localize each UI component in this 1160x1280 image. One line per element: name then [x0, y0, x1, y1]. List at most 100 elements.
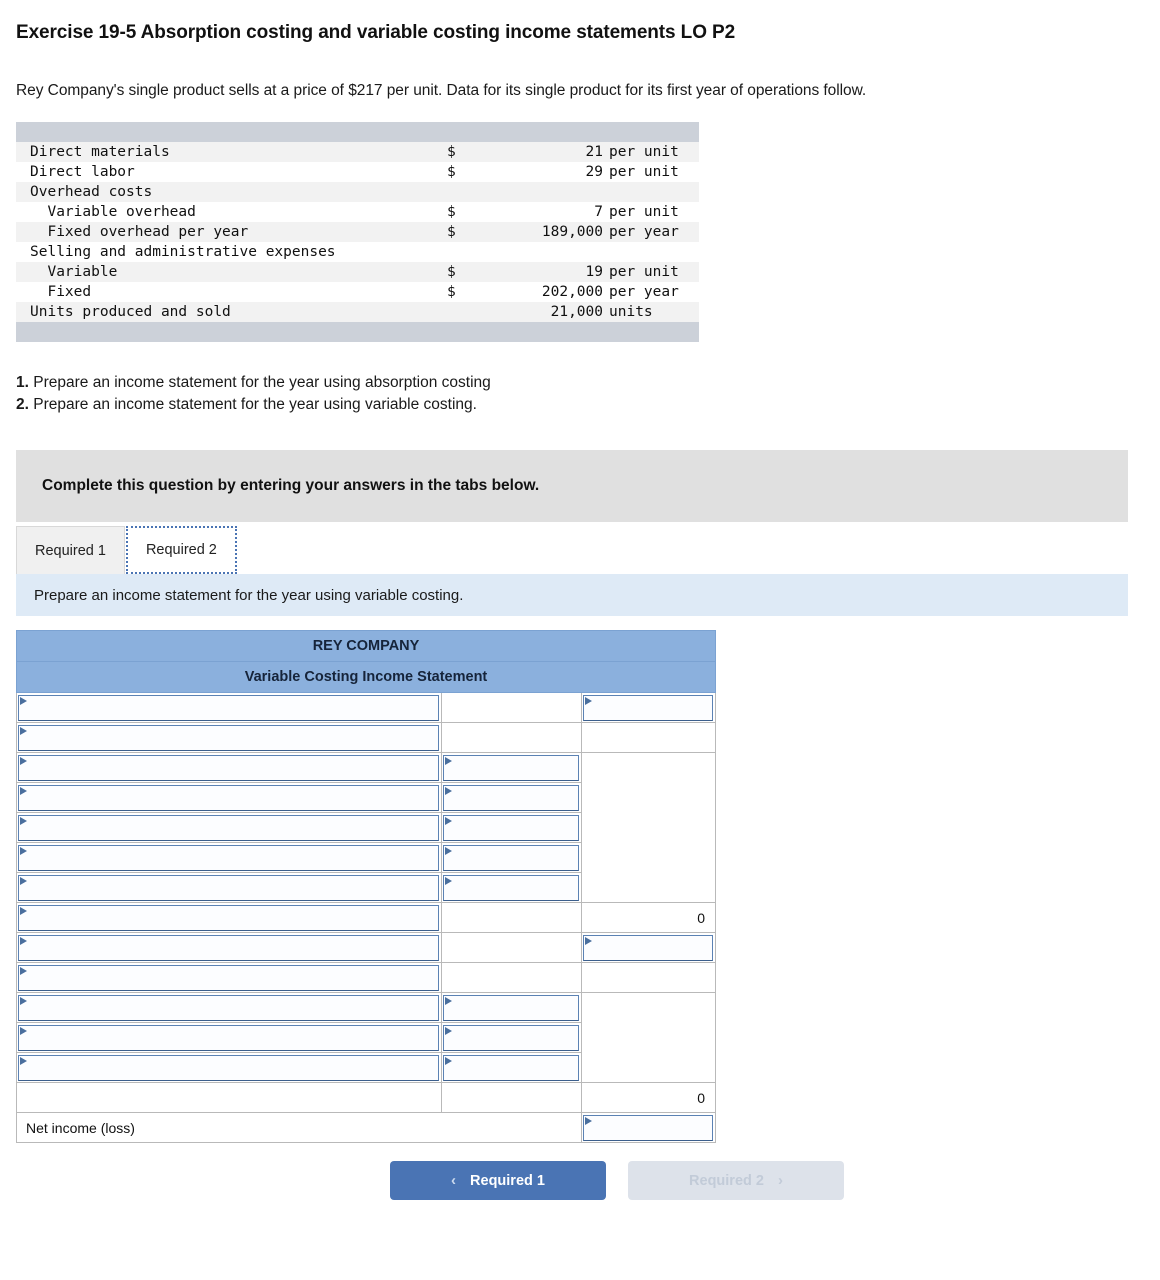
- worksheet-cell-label[interactable]: [16, 692, 442, 723]
- chevron-left-icon: ‹: [451, 1172, 457, 1189]
- account-dropdown[interactable]: [18, 904, 439, 931]
- fact-row: Overhead costs: [16, 182, 699, 202]
- fact-label: Selling and administrative expenses: [30, 244, 336, 260]
- net-income-dropdown[interactable]: [582, 1114, 713, 1141]
- fact-label: Variable: [16, 262, 441, 282]
- fact-amount: 21: [511, 142, 603, 162]
- fact-label: Fixed: [30, 284, 92, 300]
- fact-amount: 29: [585, 164, 603, 180]
- intro-paragraph: Rey Company's single product sells at a …: [16, 82, 867, 99]
- worksheet-cell-label[interactable]: [16, 812, 442, 843]
- worksheet-cell-label[interactable]: [16, 1052, 442, 1083]
- amount-dropdown[interactable]: [442, 784, 579, 811]
- worksheet-cell-empty: [440, 722, 582, 753]
- worksheet-cell-label[interactable]: [16, 752, 442, 783]
- worksheet-cell-amount[interactable]: [440, 872, 582, 903]
- account-dropdown[interactable]: [18, 784, 439, 811]
- tab-required-1[interactable]: Required 1: [16, 526, 125, 574]
- account-dropdown[interactable]: [18, 934, 439, 961]
- table-row: [16, 962, 717, 993]
- net-income-input-cell[interactable]: [580, 1112, 717, 1143]
- required-1-button-label: Required 1: [470, 1172, 545, 1189]
- account-dropdown[interactable]: [18, 844, 439, 871]
- account-dropdown[interactable]: [18, 994, 439, 1021]
- fact-amount: [511, 242, 603, 262]
- worksheet-cell-label[interactable]: [16, 932, 442, 963]
- fact-currency: $: [447, 284, 456, 300]
- fact-row: Direct labor $ 29 per unit: [16, 162, 699, 182]
- account-dropdown[interactable]: [18, 964, 439, 991]
- account-dropdown[interactable]: [18, 694, 439, 721]
- worksheet-cell-label[interactable]: [16, 722, 442, 753]
- worksheet-cell-label[interactable]: [16, 992, 442, 1023]
- fact-label: Units produced and sold: [16, 302, 441, 322]
- fact-row: Direct materials $ 21 per unit: [16, 142, 699, 162]
- worksheet-cell-empty: [440, 902, 582, 933]
- account-dropdown[interactable]: [18, 1024, 439, 1051]
- bottom-spacer: [16, 1200, 1144, 1258]
- navigation-buttons: ‹ Required 1 Required 2 ›: [16, 1161, 1128, 1200]
- fact-row: Variable overhead $ 7 per unit: [16, 202, 699, 222]
- worksheet-cell-amount[interactable]: [440, 992, 582, 1023]
- worksheet-cell-empty: [580, 992, 717, 1083]
- worksheet-cell-amount[interactable]: [440, 1022, 582, 1053]
- worksheet-body: REY COMPANY Variable Costing Income Stat…: [16, 630, 717, 1143]
- amount-dropdown[interactable]: [442, 1054, 579, 1081]
- required-1-button[interactable]: ‹ Required 1: [390, 1161, 606, 1200]
- amount-dropdown[interactable]: [442, 754, 579, 781]
- fact-currency: $: [447, 164, 456, 180]
- fact-unit: per year: [609, 284, 679, 300]
- worksheet-cell-amount[interactable]: [440, 752, 582, 783]
- fact-currency: [441, 302, 511, 322]
- worksheet-subtotal-value: 0: [580, 902, 717, 933]
- fact-currency: $: [447, 204, 456, 220]
- fact-amount: 202,000: [541, 284, 603, 300]
- worksheet-cell-amount[interactable]: [580, 932, 717, 963]
- amount-dropdown[interactable]: [442, 814, 579, 841]
- worksheet-cell-label[interactable]: [16, 842, 442, 873]
- worksheet-cell-amount[interactable]: [440, 812, 582, 843]
- worksheet-cell-empty: [440, 692, 582, 723]
- worksheet-cell-amount[interactable]: [580, 692, 717, 723]
- worksheet-cell-empty: [580, 962, 717, 993]
- amount-dropdown[interactable]: [582, 694, 713, 721]
- amount-dropdown[interactable]: [582, 934, 713, 961]
- fact-amount: [511, 182, 603, 202]
- amount-dropdown[interactable]: [442, 874, 579, 901]
- instruction-text: Prepare an income statement for the year…: [34, 586, 464, 604]
- table-row-net-income: Net income (loss): [16, 1112, 717, 1143]
- worksheet-cell-label[interactable]: [16, 1022, 442, 1053]
- worksheet-cell-empty: [580, 752, 717, 903]
- fact-table-body: Direct materials $ 21 per unit Direct la…: [16, 122, 699, 342]
- fact-currency: $: [441, 262, 511, 282]
- account-dropdown[interactable]: [18, 1054, 439, 1081]
- worksheet-cell-amount[interactable]: [440, 842, 582, 873]
- fact-unit: [603, 242, 699, 262]
- requirement-text: Prepare an income statement for the year…: [28, 396, 477, 413]
- account-dropdown[interactable]: [18, 724, 439, 751]
- fact-row: Units produced and sold 21,000 units: [16, 302, 699, 322]
- account-dropdown[interactable]: [18, 814, 439, 841]
- worksheet-cell-label[interactable]: [16, 872, 442, 903]
- account-dropdown[interactable]: [18, 874, 439, 901]
- worksheet-cell-amount[interactable]: [440, 782, 582, 813]
- worksheet-cell-amount[interactable]: [440, 1052, 582, 1083]
- company-name: REY COMPANY: [16, 630, 716, 662]
- amount-dropdown[interactable]: [442, 1024, 579, 1051]
- worksheet-cell-label[interactable]: [16, 962, 442, 993]
- worksheet-cell-label[interactable]: [16, 902, 442, 933]
- chevron-right-icon: ›: [777, 1172, 783, 1189]
- table-row-total: 0: [16, 1082, 717, 1113]
- amount-dropdown[interactable]: [442, 994, 579, 1021]
- requirement-number: 2.: [16, 396, 29, 413]
- worksheet-cell-label[interactable]: [16, 782, 442, 813]
- page-title: Exercise 19-5 Absorption costing and var…: [16, 22, 736, 43]
- account-dropdown[interactable]: [18, 754, 439, 781]
- fact-unit: [603, 182, 699, 202]
- required-2-button[interactable]: Required 2 ›: [628, 1161, 844, 1200]
- statement-subtitle: Variable Costing Income Statement: [16, 661, 716, 693]
- amount-dropdown[interactable]: [442, 844, 579, 871]
- fact-amount: 189,000: [511, 222, 603, 242]
- tab-required-2[interactable]: Required 2: [125, 526, 237, 574]
- requirement-item: 1. Prepare an income statement for the y…: [16, 372, 1144, 394]
